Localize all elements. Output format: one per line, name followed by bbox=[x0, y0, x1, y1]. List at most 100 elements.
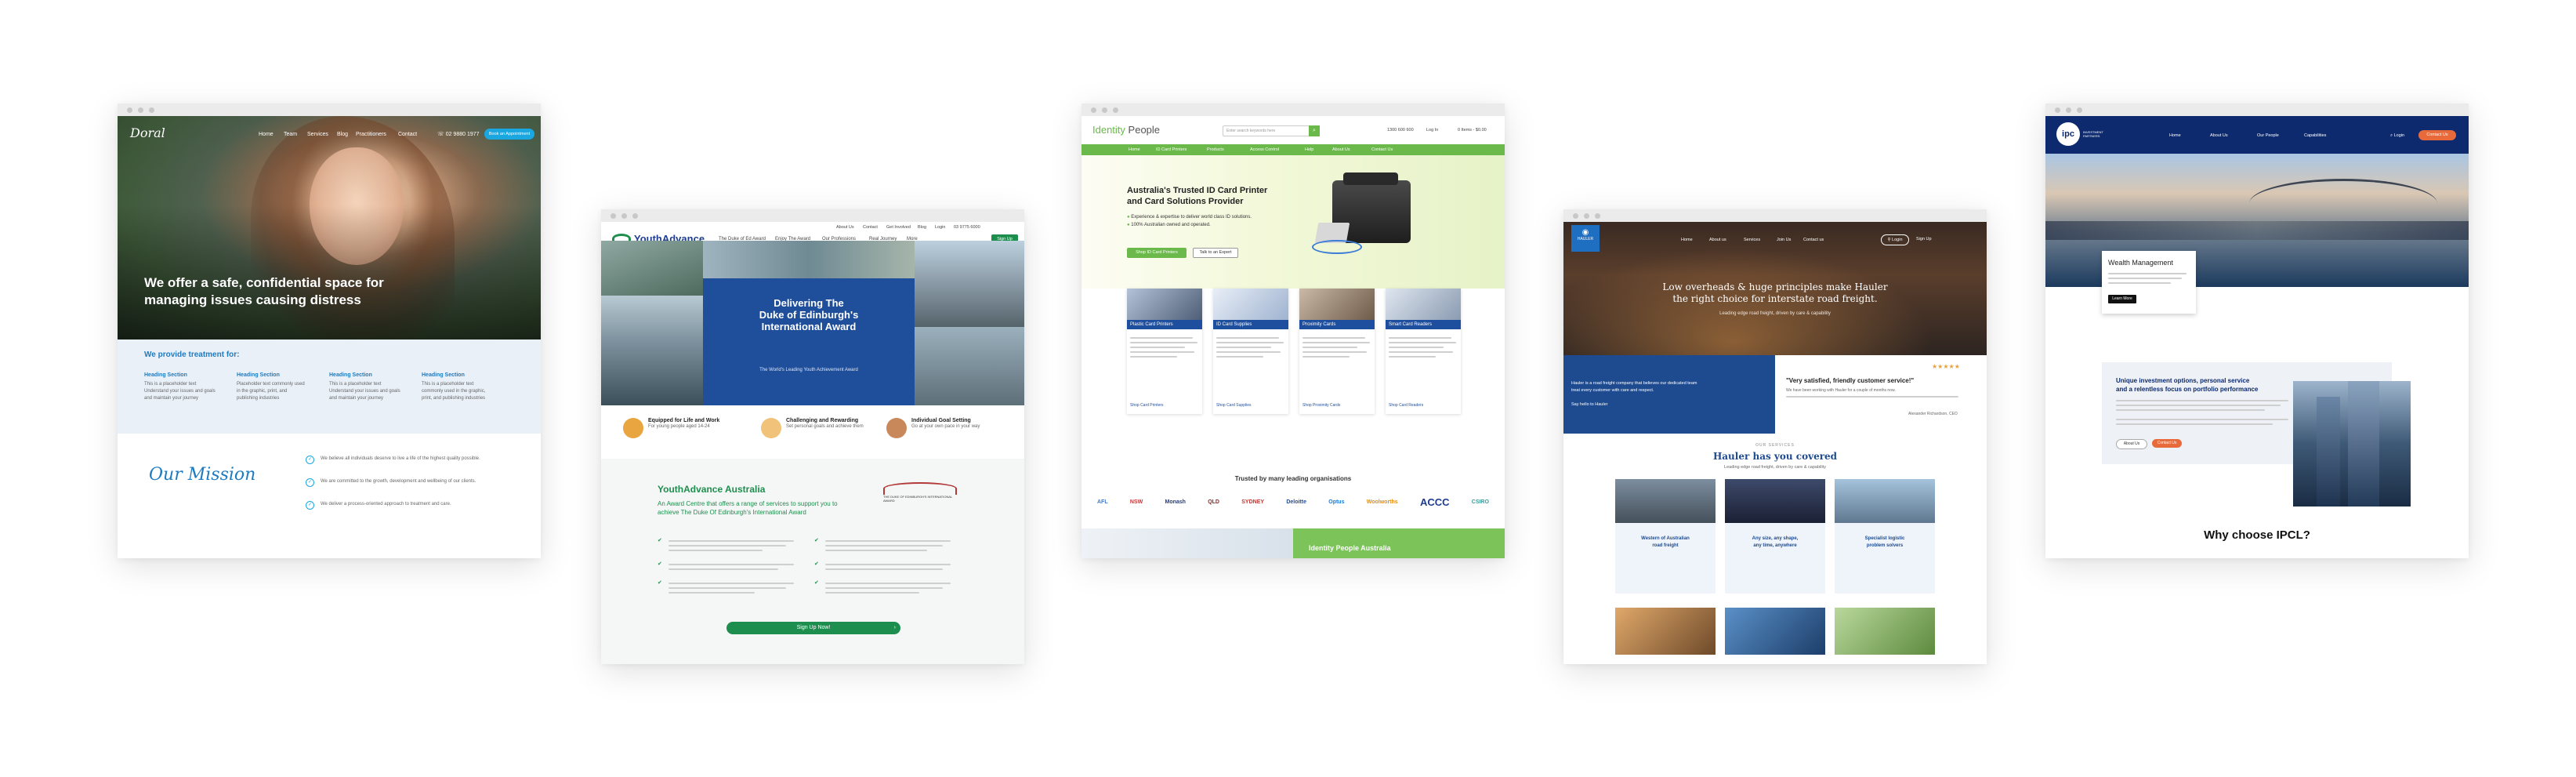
cart-link[interactable]: 0 Items - $0.00 bbox=[1458, 128, 1487, 133]
service-image bbox=[1835, 608, 1935, 655]
about-link[interactable]: Say hello to Hauler bbox=[1571, 402, 1607, 407]
service-list: ✔ ✔ ✔ ✔ ✔ ✔ bbox=[658, 537, 971, 600]
hero-title: We offer a safe, confidential space for … bbox=[144, 275, 384, 307]
person-icon bbox=[886, 418, 907, 438]
list-item: ✓ We believe all individuals deserve to … bbox=[306, 456, 525, 464]
mountain-icon bbox=[761, 418, 781, 438]
client-logo: ACCC bbox=[1419, 496, 1450, 508]
browser-chrome bbox=[118, 103, 541, 116]
search-icon[interactable]: ⌕ bbox=[1309, 125, 1320, 136]
about-panel: Hauler is a road freight company that be… bbox=[1563, 355, 1775, 434]
client-logo: AFL bbox=[1097, 499, 1108, 505]
book-appointment-button[interactable]: Book an Appointment bbox=[484, 129, 534, 140]
client-logo: CSIRO bbox=[1471, 499, 1489, 505]
client-logo: SYDNEY bbox=[1241, 499, 1265, 505]
login-button[interactable]: ⚲ Login bbox=[1881, 234, 1909, 245]
service-item: Heading Section This is a placeholder te… bbox=[144, 372, 216, 401]
main-nav: Home About Us Our People Capabilities bbox=[2169, 133, 2327, 138]
list-item: ✓ We are committed to the growth, develo… bbox=[306, 478, 525, 487]
product-card[interactable]: Proximity Cards Shop Proximity Cards bbox=[1299, 289, 1375, 414]
nav-team[interactable]: Team bbox=[284, 132, 297, 137]
client-logos: AFL NSW Monash QLD SYDNEY Deloitte Optus… bbox=[1097, 494, 1489, 510]
product-grid: Plastic Card Printers Shop Card Printers… bbox=[1127, 289, 1472, 414]
wealth-box: Wealth Management Learn More bbox=[2102, 251, 2196, 314]
service-card[interactable]: Specialist logistic problem solvers bbox=[1835, 479, 1935, 594]
nav-home[interactable]: Home bbox=[259, 132, 274, 137]
building-image bbox=[2293, 381, 2411, 507]
arrow-right-icon: › bbox=[893, 625, 896, 630]
check-icon: ✔ bbox=[658, 561, 662, 567]
product-card[interactable]: Plastic Card Printers Shop Card Printers bbox=[1127, 289, 1202, 414]
doral-logo[interactable]: Doral bbox=[130, 125, 165, 140]
phone-number[interactable]: 03 9775 6000 bbox=[954, 225, 980, 230]
product-card[interactable]: Smart Card Readers Shop Card Readers bbox=[1386, 289, 1461, 414]
learn-more-button[interactable]: Learn More bbox=[2108, 295, 2136, 303]
service-item: Heading Section This is a placeholder te… bbox=[329, 372, 400, 401]
hero-subtitle: Leading edge road freight, driven by car… bbox=[1719, 311, 1831, 316]
hero-title: Low overheads & huge principles make Hau… bbox=[1662, 281, 1888, 304]
check-icon: ✔ bbox=[814, 538, 819, 543]
top-links: About Us Contact Get Involved Blog Login… bbox=[836, 225, 980, 230]
client-logo: Optus bbox=[1328, 499, 1345, 505]
harbour-bridge bbox=[2249, 179, 2437, 228]
hero-title: Australia's Trusted ID Card Printer and C… bbox=[1127, 186, 1268, 206]
ipc-site-preview: ipc INVESTMENT PARTNERS Home About Us Ou… bbox=[2045, 103, 2469, 558]
card-printer-image bbox=[1309, 172, 1418, 259]
signup-link[interactable]: Sign Up bbox=[1916, 237, 1932, 241]
services-subtitle: Leading edge road freight, driven by car… bbox=[1724, 465, 1826, 470]
identity-logo[interactable]: Identity People bbox=[1092, 124, 1160, 136]
check-icon: ✔ bbox=[658, 538, 662, 543]
client-logo: Deloitte bbox=[1286, 499, 1306, 505]
about-section: YouthAdvance Australia An Award Centre t… bbox=[601, 459, 1024, 664]
nav-contact[interactable]: Contact bbox=[398, 132, 417, 137]
ipc-logo[interactable]: ipc INVESTMENT PARTNERS bbox=[2056, 122, 2114, 146]
about-button[interactable]: About Us bbox=[2116, 439, 2147, 449]
client-logo: Monash bbox=[1165, 499, 1186, 505]
talk-expert-button[interactable]: Talk to an Expert bbox=[1193, 248, 1238, 258]
browser-chrome bbox=[2045, 103, 2469, 116]
service-item: Heading Section This is a placeholder te… bbox=[422, 372, 486, 401]
feature-strip: Equipped for Life and Work For young peop… bbox=[612, 415, 1020, 454]
main-nav: Home Team Services Blog Practitioners Co… bbox=[259, 132, 417, 141]
login-link[interactable]: Log In bbox=[1426, 128, 1438, 133]
check-icon: ✓ bbox=[306, 501, 314, 510]
globe-icon bbox=[623, 418, 643, 438]
contact-button[interactable]: Contact Us bbox=[2418, 130, 2456, 140]
search-input[interactable]: Enter search keywords here bbox=[1223, 125, 1310, 136]
service-card[interactable]: Any size, any shape, any time, anywhere bbox=[1725, 479, 1825, 594]
mission-points: ✓ We believe all individuals deserve to … bbox=[306, 456, 525, 510]
client-logo: Woolworths bbox=[1366, 499, 1398, 505]
client-logo: QLD bbox=[1208, 499, 1219, 505]
footer-image bbox=[1081, 528, 1293, 558]
check-icon: ✓ bbox=[306, 456, 314, 464]
nav-services[interactable]: Services bbox=[307, 132, 328, 137]
product-card[interactable]: ID Card Supplies Shop Card Supplies bbox=[1213, 289, 1288, 414]
nav-practitioners[interactable]: Practitioners bbox=[356, 132, 386, 137]
shop-printers-button[interactable]: Shop ID Card Printers bbox=[1127, 248, 1187, 258]
login-link[interactable]: ⌕ Login bbox=[2390, 133, 2404, 139]
services-title: Hauler has you covered bbox=[1712, 451, 1838, 462]
main-nav: Home ID Card Printers Products Access Co… bbox=[1081, 144, 1505, 155]
list-item: ✓ We deliver a process-oriented approach… bbox=[306, 501, 525, 510]
testimonial-panel: ★★★★★ "Very satisfied, friendly customer… bbox=[1775, 355, 1987, 434]
identity-people-site-preview: Identity People Enter search keywords he… bbox=[1081, 103, 1505, 558]
nav-blog[interactable]: Blog bbox=[337, 132, 348, 137]
phone-number[interactable]: 1300 600 600 bbox=[1387, 128, 1414, 133]
hauler-logo[interactable]: ◉ HAULER bbox=[1571, 225, 1600, 252]
testimonial-author: Alexander Richardson, CEO bbox=[1908, 412, 1958, 416]
phone-number[interactable]: ☏ 02 9880 1977 bbox=[437, 131, 480, 137]
client-logo: NSW bbox=[1129, 499, 1143, 505]
hero-subtitle: The World's Leading Youth Achievement Aw… bbox=[759, 368, 858, 372]
browser-chrome bbox=[1081, 103, 1505, 116]
hero-points: ● Experience & expertise to deliver worl… bbox=[1127, 215, 1252, 227]
services-section: We provide treatment for: Heading Sectio… bbox=[118, 339, 541, 434]
award-arc-icon bbox=[883, 482, 957, 495]
contact-us-button[interactable]: Contact Us bbox=[2152, 439, 2182, 448]
browser-chrome bbox=[1563, 209, 1987, 222]
why-choose-heading: Why choose IPCL? bbox=[2204, 528, 2310, 542]
sign-up-now-button[interactable]: Sign Up Now! › bbox=[726, 622, 900, 634]
service-card[interactable]: Western of Australian road freight bbox=[1615, 479, 1716, 594]
feature-item: Individual Goal Setting Go at your own pa… bbox=[886, 418, 980, 438]
treatment-heading: We provide treatment for: bbox=[144, 350, 240, 359]
phone-icon: ☏ bbox=[437, 132, 446, 137]
